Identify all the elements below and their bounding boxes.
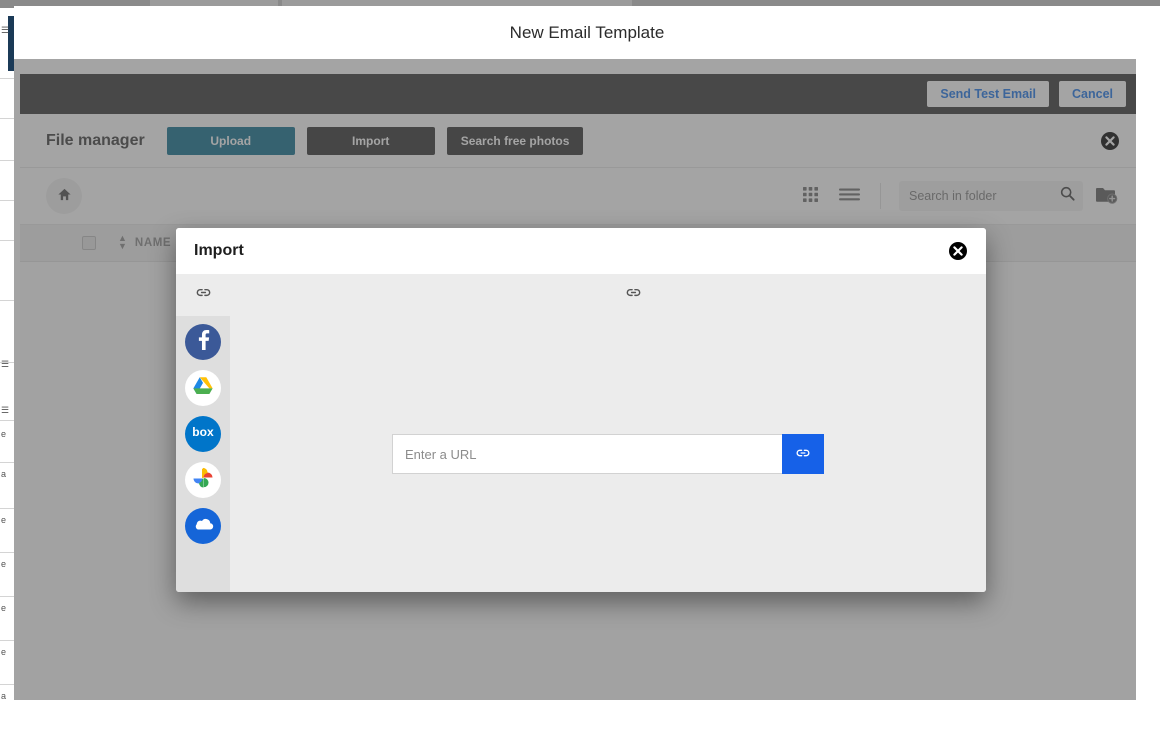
google-drive-icon xyxy=(192,376,214,401)
import-service-sidebar: box xyxy=(176,316,230,592)
page-right-margin xyxy=(1136,8,1160,730)
import-modal-body: box xyxy=(176,316,986,592)
window-title-bar: New Email Template xyxy=(14,6,1160,59)
page-title: New Email Template xyxy=(509,22,665,42)
service-facebook[interactable] xyxy=(185,324,221,360)
onedrive-icon xyxy=(191,516,215,537)
import-modal-content xyxy=(230,316,986,592)
screen: ☰ ☰ ☰ e a e e e e a Send Test Email Canc… xyxy=(0,0,1160,730)
import-modal-tabs xyxy=(176,274,986,316)
url-submit-button[interactable] xyxy=(782,434,824,474)
url-import-row xyxy=(392,434,824,474)
svg-text:box: box xyxy=(192,425,214,439)
page-left-margin: ☰ ☰ ☰ e a e e e e a xyxy=(0,8,14,730)
service-google-photos[interactable] xyxy=(185,462,221,498)
facebook-icon xyxy=(185,324,221,360)
import-modal-title: Import xyxy=(194,242,244,259)
google-photos-icon xyxy=(192,467,214,494)
service-onedrive[interactable] xyxy=(185,508,221,544)
import-modal: Import box Enter a URL xyxy=(176,228,986,592)
link-tab-sidebar[interactable] xyxy=(176,274,230,316)
url-input[interactable] xyxy=(392,434,782,474)
link-icon xyxy=(624,283,643,307)
service-google-drive[interactable] xyxy=(185,370,221,406)
link-icon xyxy=(194,283,213,307)
service-box[interactable]: box xyxy=(185,416,221,452)
link-icon xyxy=(794,444,812,465)
box-icon: box xyxy=(186,423,220,446)
link-tab-content[interactable] xyxy=(606,274,660,316)
close-circle-icon[interactable] xyxy=(948,241,968,261)
page-bottom-margin xyxy=(0,700,1160,730)
import-modal-header: Import xyxy=(176,228,986,274)
